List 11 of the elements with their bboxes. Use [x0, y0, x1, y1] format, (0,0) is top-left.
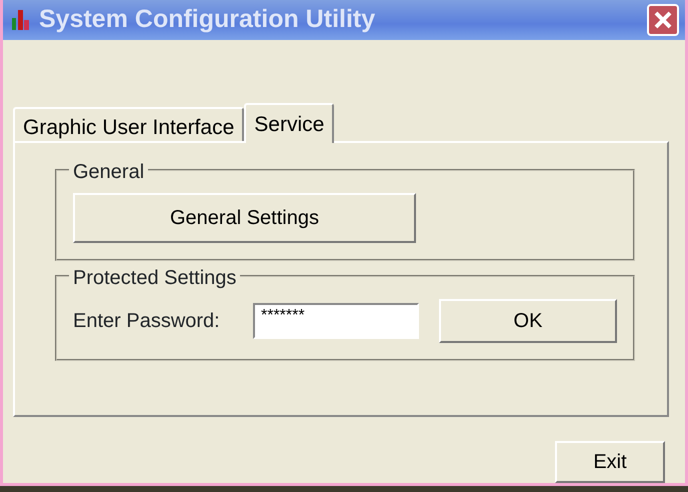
tab[interactable]: Service [244, 102, 334, 143]
close-button[interactable] [647, 4, 679, 36]
ok-button[interactable]: OK [439, 298, 617, 343]
tab[interactable]: Graphic User Interface [13, 106, 244, 141]
bar-chart-icon [11, 8, 31, 32]
password-field[interactable]: ******* [253, 302, 419, 339]
password-label: Enter Password: [73, 308, 221, 334]
close-icon [653, 10, 673, 30]
window-title: System Configuration Utility [39, 4, 376, 36]
general-settings-button[interactable]: General Settings [73, 192, 416, 243]
exit-button[interactable]: Exit [555, 441, 665, 483]
